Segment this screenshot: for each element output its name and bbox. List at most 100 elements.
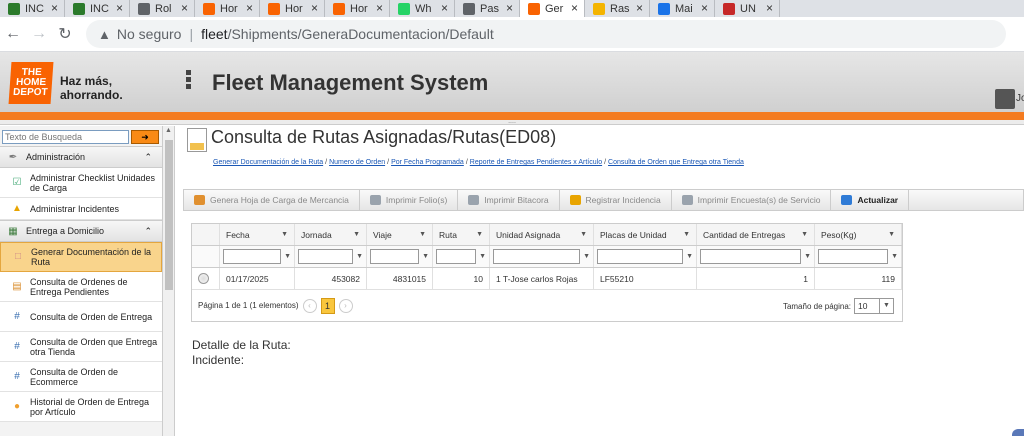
splitter-handle[interactable]: .... xyxy=(0,118,1024,125)
filter-input[interactable] xyxy=(436,249,477,264)
browser-tab[interactable]: Mai × xyxy=(650,0,715,17)
filter-icon[interactable]: ▼ xyxy=(801,231,808,238)
column-header[interactable]: Cantidad de Entregas ▼ xyxy=(697,224,815,245)
next-page-icon[interactable]: › xyxy=(338,298,353,313)
address-bar[interactable]: ▲ No seguro | fleet /Shipments/GeneraDoc… xyxy=(86,20,1006,48)
breadcrumb-link[interactable]: Reporte de Entregas Pendientes x Artícul… xyxy=(470,159,602,166)
browser-tab[interactable]: INC × xyxy=(65,0,130,17)
filter-input[interactable] xyxy=(700,249,802,264)
filter-icon[interactable]: ▼ xyxy=(580,231,587,238)
scroll-up-icon[interactable]: ▲ xyxy=(165,127,172,134)
browser-tab[interactable]: Ger × xyxy=(520,0,585,17)
column-header[interactable]: Peso(Kg) ▼ xyxy=(815,224,902,245)
close-icon[interactable]: × xyxy=(376,1,383,15)
sidebar-item[interactable]: # Consulta de Orden que Entrega otra Tien… xyxy=(0,332,162,362)
browser-tab[interactable]: UN × xyxy=(715,0,780,17)
prev-page-icon[interactable]: ‹ xyxy=(302,298,317,313)
user-avatar[interactable] xyxy=(995,89,1015,109)
toolbar-button[interactable]: Imprimir Bitacora xyxy=(458,190,560,210)
close-icon[interactable]: × xyxy=(701,1,708,15)
browser-tab[interactable]: Wh × xyxy=(390,0,455,17)
filter-icon[interactable]: ▼ xyxy=(479,253,486,260)
filter-icon[interactable]: ▼ xyxy=(356,253,363,260)
sidebar-section-header[interactable]: ▦ Entrega a Domicilio ⌃ xyxy=(0,220,162,242)
sidebar-item[interactable]: ☑ Administrar Checklist Unidades de Carga xyxy=(0,168,162,198)
radio-button[interactable] xyxy=(198,273,209,284)
sidebar-scrollbar[interactable]: ▲ xyxy=(163,126,175,436)
filter-icon[interactable]: ▼ xyxy=(583,253,590,260)
close-icon[interactable]: × xyxy=(246,1,253,15)
breadcrumb-link[interactable]: Por Fecha Programada xyxy=(391,159,464,166)
table-cell: 01/17/2025 xyxy=(220,268,295,289)
filter-icon[interactable]: ▼ xyxy=(891,253,898,260)
breadcrumb-link[interactable]: Consulta de Orden que Entrega otra Tiend… xyxy=(608,159,744,166)
breadcrumb-link[interactable]: Generar Documentación de la Ruta xyxy=(213,159,323,166)
filter-icon[interactable]: ▼ xyxy=(888,231,895,238)
reload-icon[interactable]: ↻ xyxy=(52,24,78,44)
sidebar-section-header[interactable]: ✒ Administración ⌃ xyxy=(0,146,162,168)
browser-tab[interactable]: Hor × xyxy=(260,0,325,17)
browser-tab[interactable]: Ras × xyxy=(585,0,650,17)
close-icon[interactable]: × xyxy=(441,1,448,15)
column-header[interactable]: Unidad Asignada ▼ xyxy=(490,224,594,245)
search-go-button[interactable]: ➜ xyxy=(131,130,159,144)
sidebar-item[interactable]: □ Generar Documentación de la Ruta xyxy=(0,242,162,272)
sidebar-item[interactable]: # Consulta de Orden de Entrega xyxy=(0,302,162,332)
filter-icon[interactable]: ▼ xyxy=(686,253,693,260)
filter-input[interactable] xyxy=(298,249,354,264)
sidebar-item[interactable]: ▤ Consulta de Ordenes de Entrega Pendient… xyxy=(0,272,162,302)
search-input[interactable] xyxy=(2,130,129,144)
filter-icon[interactable]: ▼ xyxy=(804,253,811,260)
current-page-button[interactable]: 1 xyxy=(320,297,335,314)
filter-icon[interactable]: ▼ xyxy=(281,231,288,238)
browser-tab[interactable]: Rol × xyxy=(130,0,195,17)
filter-input[interactable] xyxy=(493,249,581,264)
browser-tab[interactable]: INC × xyxy=(0,0,65,17)
page-size-input[interactable]: 10 xyxy=(854,298,880,314)
close-icon[interactable]: × xyxy=(116,1,123,15)
filter-icon[interactable]: ▼ xyxy=(683,231,690,238)
sidebar-item[interactable]: ● Historial de Orden de Entrega por Artíc… xyxy=(0,392,162,422)
close-icon[interactable]: × xyxy=(51,1,58,15)
filter-icon[interactable]: ▼ xyxy=(353,231,360,238)
sidebar-item[interactable]: ▲ Administrar Incidentes xyxy=(0,198,162,220)
filter-input[interactable] xyxy=(370,249,420,264)
browser-tab[interactable]: Hor × xyxy=(195,0,260,17)
close-icon[interactable]: × xyxy=(506,1,513,15)
chevron-up-icon[interactable]: ⌃ xyxy=(144,152,152,163)
toolbar-button[interactable]: Imprimir Encuesta(s) de Servicio xyxy=(672,190,832,210)
close-icon[interactable]: × xyxy=(181,1,188,15)
close-icon[interactable]: × xyxy=(636,1,643,15)
browser-tab[interactable]: Pas × xyxy=(455,0,520,17)
filter-input[interactable] xyxy=(223,249,282,264)
filter-input[interactable] xyxy=(818,249,889,264)
scrollbar-thumb[interactable] xyxy=(165,140,173,290)
column-header[interactable]: Jornada ▼ xyxy=(295,224,367,245)
toolbar-button[interactable]: Genera Hoja de Carga de Mercancia xyxy=(184,190,360,210)
column-header[interactable]: Ruta ▼ xyxy=(433,224,490,245)
close-icon[interactable]: × xyxy=(766,1,773,15)
filter-icon[interactable]: ▼ xyxy=(422,253,429,260)
filter-icon[interactable]: ▼ xyxy=(419,231,426,238)
row-select[interactable] xyxy=(192,268,220,289)
filter-input[interactable] xyxy=(597,249,684,264)
chevron-up-icon[interactable]: ⌃ xyxy=(144,226,152,237)
toolbar-button[interactable]: Imprimir Folio(s) xyxy=(360,190,459,210)
forward-icon[interactable]: → xyxy=(26,25,52,43)
close-icon[interactable]: × xyxy=(571,1,578,15)
filter-icon[interactable]: ▼ xyxy=(476,231,483,238)
close-icon[interactable]: × xyxy=(311,1,318,15)
toolbar-button[interactable]: Registrar Incidencia xyxy=(560,190,672,210)
chevron-down-icon[interactable]: ▼ xyxy=(880,298,894,314)
floating-widget[interactable] xyxy=(1012,429,1024,436)
table-row[interactable]: 01/17/2025 453082 4831015 10 1 T-Jose carlos… xyxy=(192,268,902,290)
filter-icon[interactable]: ▼ xyxy=(284,253,291,260)
breadcrumb-link[interactable]: Numero de Orden xyxy=(329,159,385,166)
column-header[interactable]: Fecha ▼ xyxy=(220,224,295,245)
browser-tab[interactable]: Hor × xyxy=(325,0,390,17)
toolbar-button[interactable]: Actualizar xyxy=(831,190,910,210)
column-header[interactable]: Placas de Unidad ▼ xyxy=(594,224,697,245)
back-icon[interactable]: ← xyxy=(0,25,26,43)
column-header[interactable]: Viaje ▼ xyxy=(367,224,433,245)
sidebar-item[interactable]: # Consulta de Orden de Ecommerce xyxy=(0,362,162,392)
